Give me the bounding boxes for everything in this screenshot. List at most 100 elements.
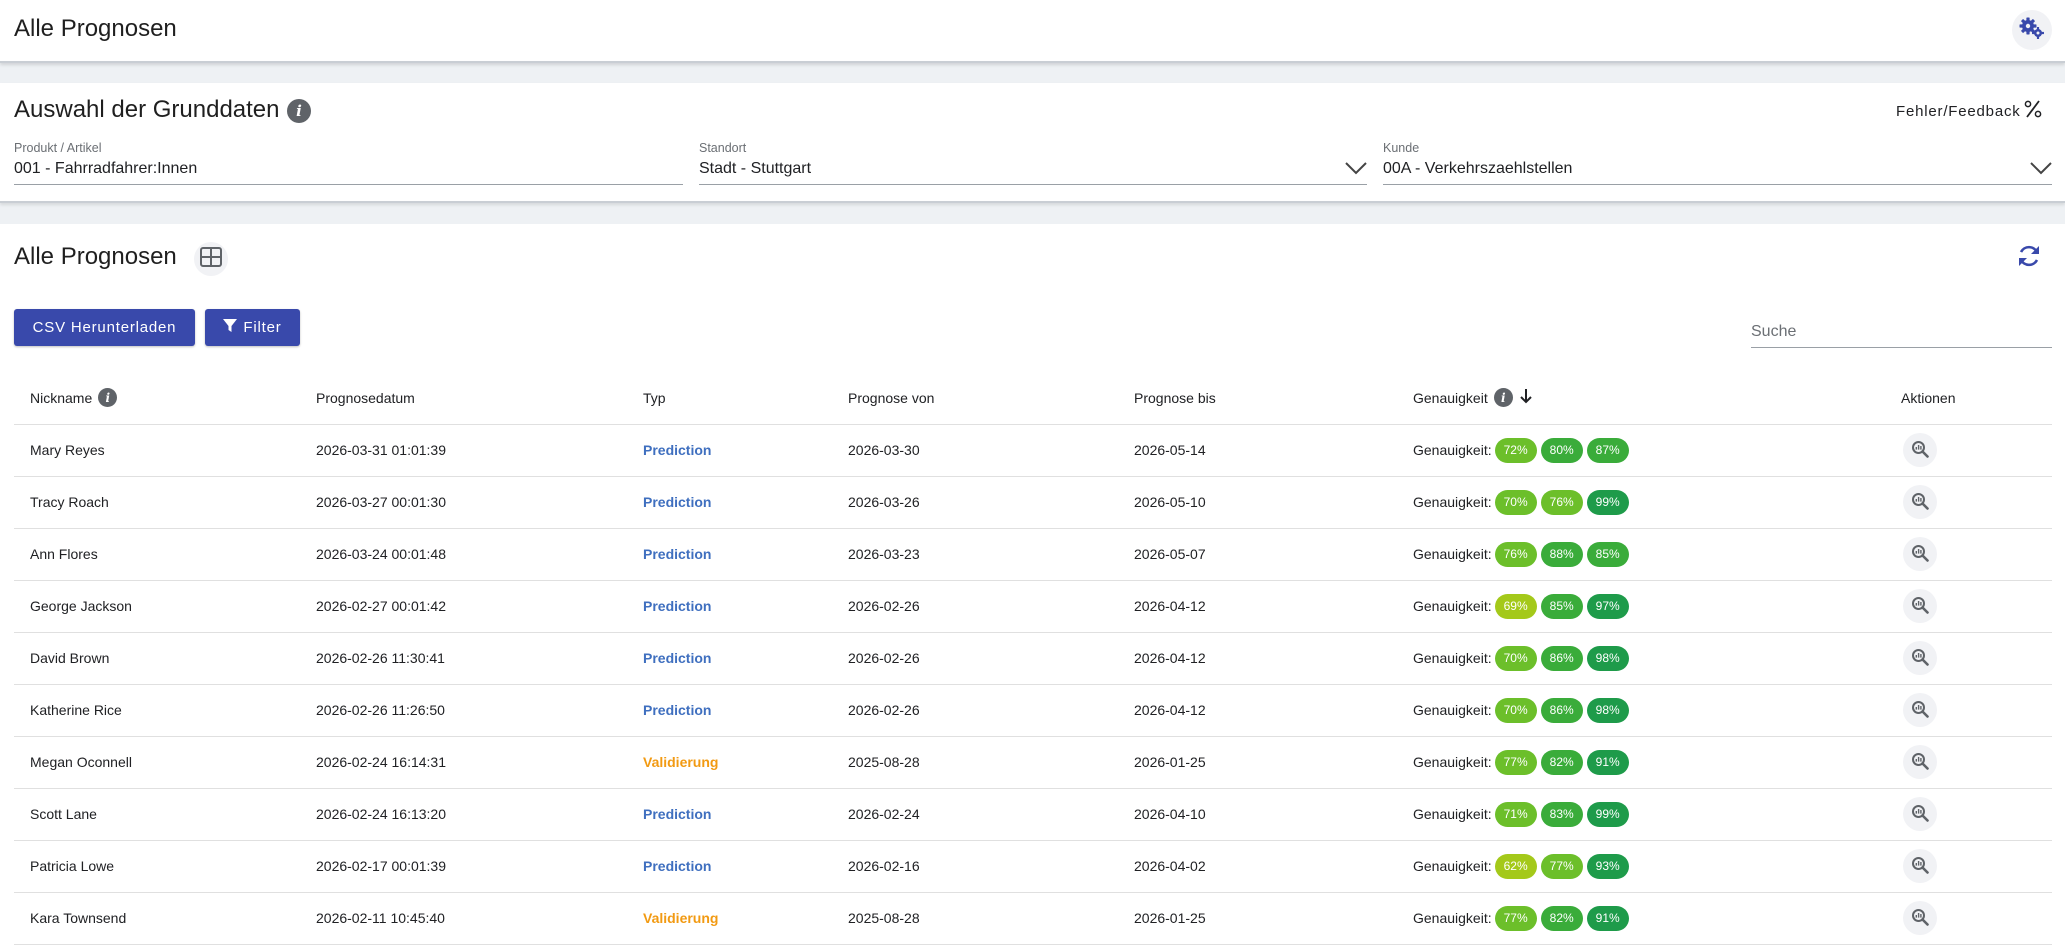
- col-accuracy-label: Genauigkeit: [1413, 389, 1488, 406]
- view-details-button[interactable]: [1903, 589, 1937, 623]
- type-text: Prediction: [643, 546, 712, 562]
- zoom-analytics-icon: [1911, 752, 1929, 773]
- cell-accuracy: Genauigkeit: 62% 77% 93%: [1397, 840, 1885, 893]
- zoom-analytics-icon: [1911, 544, 1929, 565]
- date-text: 2026-02-17 00:01:39: [316, 858, 446, 874]
- basedata-title-text: Auswahl der Grunddaten: [14, 96, 280, 123]
- cell-actions: [1885, 580, 2052, 633]
- cell-date: 2026-02-24 16:13:20: [300, 788, 627, 841]
- view-details-button[interactable]: [1903, 693, 1937, 727]
- product-value: 001 - Fahrradfahrer:Innen: [14, 160, 198, 177]
- accuracy-badge: 77%: [1540, 853, 1583, 879]
- cell-from: 2026-02-24: [832, 788, 1118, 841]
- cell-date: 2026-02-26 11:30:41: [300, 632, 627, 685]
- cell-to: 2026-04-12: [1118, 684, 1397, 737]
- info-icon[interactable]: i: [1493, 388, 1513, 408]
- sort-desc-icon[interactable]: [1519, 388, 1533, 407]
- zoom-analytics-icon: [1911, 492, 1929, 513]
- chevron-down-icon: [2030, 161, 2052, 180]
- accuracy-badge: 86%: [1540, 645, 1583, 671]
- cell-to: 2026-05-10: [1118, 476, 1397, 529]
- view-details-button[interactable]: [1903, 641, 1937, 675]
- view-details-button[interactable]: [1903, 797, 1937, 831]
- settings-button[interactable]: [2012, 10, 2052, 50]
- accuracy-badge: 93%: [1586, 853, 1629, 879]
- table-row: Kara Townsend 2026-02-11 10:45:40 Validier…: [14, 892, 2052, 945]
- col-actions-label: Aktionen: [1901, 389, 1956, 406]
- nickname-text: Mary Reyes: [30, 442, 105, 458]
- accuracy-badge: 77%: [1494, 905, 1537, 931]
- cell-accuracy: Genauigkeit: 77% 82% 91%: [1397, 892, 1885, 945]
- type-text: Prediction: [643, 806, 712, 822]
- col-header-to[interactable]: Prognose bis: [1118, 372, 1397, 425]
- feedback-link[interactable]: Fehler/Feedback: [1896, 100, 2042, 120]
- col-header-accuracy[interactable]: Genauigkeit i: [1397, 372, 1885, 425]
- cell-type: Prediction: [627, 632, 832, 685]
- type-text: Validierung: [643, 910, 719, 926]
- cell-type: Prediction: [627, 476, 832, 529]
- search-input[interactable]: [1751, 316, 2052, 347]
- basedata-info-icon[interactable]: i: [287, 99, 311, 123]
- page-title: Alle Prognosen: [14, 15, 177, 42]
- cell-from: 2026-03-26: [832, 476, 1118, 529]
- accuracy-badge: 77%: [1494, 749, 1537, 775]
- col-header-type[interactable]: Typ: [627, 372, 832, 425]
- csv-download-button[interactable]: CSV Herunterladen: [14, 309, 195, 346]
- cell-accuracy: Genauigkeit: 72% 80% 87%: [1397, 424, 1885, 477]
- nickname-text: Kara Townsend: [30, 910, 127, 926]
- view-details-button[interactable]: [1903, 745, 1937, 779]
- accuracy-badge: 98%: [1586, 645, 1629, 671]
- col-header-date[interactable]: Prognosedatum: [300, 372, 627, 425]
- cell-nickname: George Jackson: [14, 580, 300, 633]
- cell-to: 2026-04-12: [1118, 632, 1397, 685]
- refresh-icon: [2016, 243, 2042, 274]
- accuracy-badge: 70%: [1494, 697, 1537, 723]
- table-row: David Brown 2026-02-26 11:30:41 Prediction…: [14, 632, 2052, 685]
- cell-date: 2026-02-24 16:14:31: [300, 736, 627, 789]
- accuracy-badge: 87%: [1586, 437, 1629, 463]
- accuracy-badge: 70%: [1494, 645, 1537, 671]
- to-text: 2026-04-12: [1134, 598, 1206, 614]
- filter-button[interactable]: Filter: [205, 309, 300, 346]
- cell-from: 2026-02-16: [832, 840, 1118, 893]
- cell-nickname: Ann Flores: [14, 528, 300, 581]
- col-header-from[interactable]: Prognose von: [832, 372, 1118, 425]
- accuracy-badge: 91%: [1586, 749, 1629, 775]
- cell-actions: [1885, 736, 2052, 789]
- customer-select[interactable]: Kunde 00A - Verkehrszaehlstellen: [1383, 141, 2052, 185]
- to-text: 2026-05-07: [1134, 546, 1206, 562]
- cell-from: 2026-02-26: [832, 684, 1118, 737]
- col-header-nickname[interactable]: Nickname i: [14, 372, 300, 425]
- col-nickname-label: Nickname: [30, 389, 93, 406]
- date-text: 2026-02-24 16:14:31: [316, 754, 446, 770]
- accuracy-prefix: Genauigkeit:: [1413, 650, 1492, 666]
- info-icon[interactable]: i: [98, 388, 118, 408]
- refresh-button[interactable]: [2011, 240, 2047, 276]
- location-select[interactable]: Standort Stadt - Stuttgart: [699, 141, 1367, 185]
- view-details-button[interactable]: [1903, 485, 1937, 519]
- type-text: Prediction: [643, 598, 712, 614]
- customer-value: 00A - Verkehrszaehlstellen: [1383, 160, 1573, 177]
- nickname-text: George Jackson: [30, 598, 132, 614]
- view-details-button[interactable]: [1903, 849, 1937, 883]
- cell-nickname: Tracy Roach: [14, 476, 300, 529]
- table-view-toggle[interactable]: [194, 242, 228, 276]
- view-details-button[interactable]: [1903, 537, 1937, 571]
- accuracy-badge: 85%: [1586, 541, 1629, 567]
- col-type-label: Typ: [643, 389, 666, 406]
- product-field[interactable]: Produkt / Artikel 001 - Fahrradfahrer:In…: [14, 141, 683, 185]
- view-details-button[interactable]: [1903, 901, 1937, 935]
- cell-from: 2026-03-23: [832, 528, 1118, 581]
- cell-date: 2026-03-24 00:01:48: [300, 528, 627, 581]
- to-text: 2026-05-14: [1134, 442, 1206, 458]
- from-text: 2026-02-26: [848, 650, 920, 666]
- search-field[interactable]: [1751, 316, 2052, 348]
- filter-label: Filter: [243, 319, 282, 336]
- forecasts-title: Alle Prognosen: [14, 243, 177, 270]
- basedata-title: Auswahl der Grunddaten: [14, 96, 280, 124]
- zoom-analytics-icon: [1911, 648, 1929, 669]
- date-text: 2026-03-31 01:01:39: [316, 442, 446, 458]
- view-details-button[interactable]: [1903, 433, 1937, 467]
- cell-type: Prediction: [627, 684, 832, 737]
- feedback-label: Fehler/Feedback: [1896, 103, 2021, 120]
